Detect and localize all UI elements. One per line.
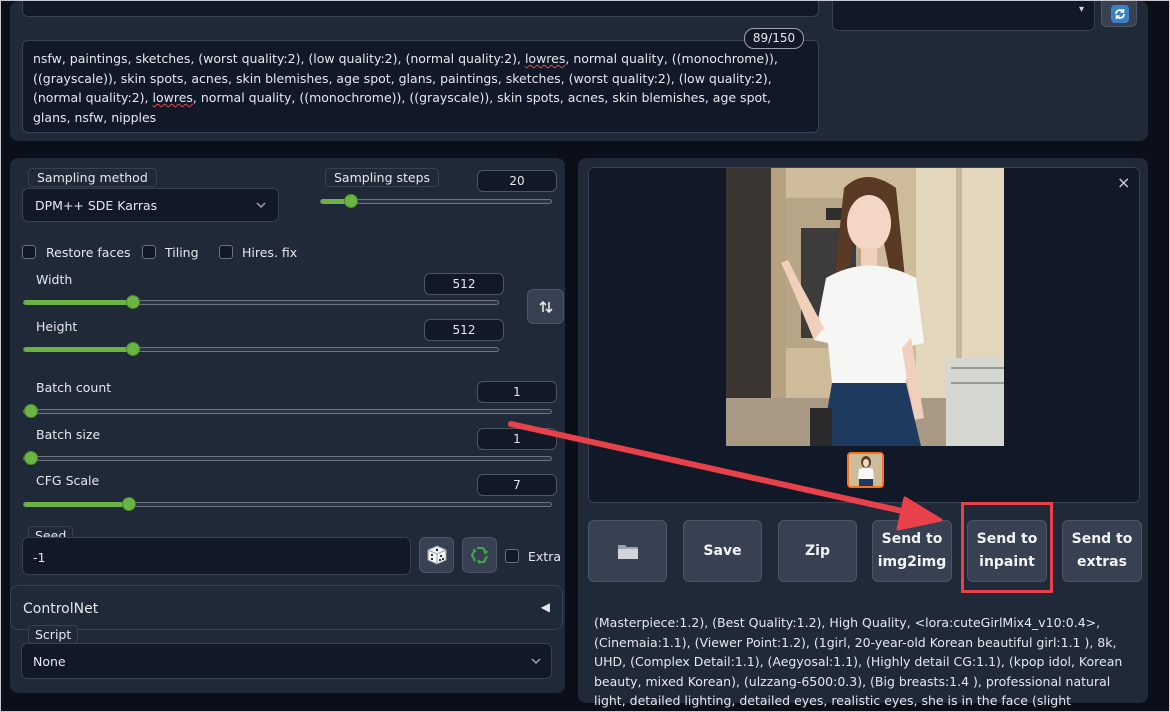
- button-line-1: Send to: [881, 531, 943, 547]
- sampling-method-select[interactable]: DPM++ SDE Karras: [22, 188, 279, 222]
- sampling-steps-label: Sampling steps: [325, 168, 440, 187]
- save-button[interactable]: Save: [683, 520, 762, 582]
- close-icon[interactable]: ×: [1117, 173, 1130, 192]
- width-slider[interactable]: [23, 295, 499, 309]
- controlnet-label: ControlNet: [23, 601, 99, 617]
- slider-thumb[interactable]: [126, 295, 140, 309]
- sampling-steps-input[interactable]: 20: [477, 170, 557, 192]
- button-line-2: extras: [1077, 554, 1127, 570]
- token-counter: 89/150: [744, 28, 804, 49]
- seed-input[interactable]: -1: [22, 537, 411, 575]
- slider-fill: [24, 300, 133, 305]
- batch-count-label: Batch count: [36, 380, 112, 395]
- generated-image[interactable]: [726, 168, 1004, 446]
- button-line-1: Send to: [1071, 531, 1133, 547]
- negative-prompt-textarea[interactable]: nsfw, paintings, sketches, (worst qualit…: [22, 40, 819, 133]
- folder-icon: [617, 545, 638, 559]
- positive-prompt-textarea[interactable]: [22, 1, 819, 17]
- chevron-down-icon: [531, 658, 541, 665]
- refresh-icon: [1111, 5, 1129, 23]
- chevron-down-icon: [256, 202, 266, 209]
- restore-faces-checkbox[interactable]: [22, 245, 36, 259]
- cfg-scale-slider[interactable]: [23, 497, 552, 511]
- highlight-box: [961, 502, 1053, 593]
- slider-thumb[interactable]: [24, 404, 38, 418]
- seed-value: -1: [33, 550, 46, 565]
- extra-seed-checkbox[interactable]: [505, 549, 519, 563]
- hires-fix-label: Hires. fix: [242, 245, 298, 260]
- tiling-label: Tiling: [165, 245, 199, 260]
- width-input[interactable]: 512: [424, 273, 504, 295]
- height-label: Height: [36, 319, 78, 334]
- slider-thumb[interactable]: [24, 451, 38, 465]
- slider-fill: [24, 502, 129, 507]
- webui-window: ▾ nsfw, paintings, sketches, (worst qual…: [0, 0, 1170, 712]
- hires-fix-checkbox[interactable]: [219, 245, 233, 259]
- batch-size-label: Batch size: [36, 427, 101, 442]
- slider-fill: [24, 347, 133, 352]
- batch-count-input[interactable]: 1: [477, 381, 557, 403]
- send-to-extras-button[interactable]: Send to extras: [1062, 520, 1142, 582]
- height-slider[interactable]: [23, 342, 499, 356]
- refresh-styles-button[interactable]: [1101, 1, 1137, 27]
- cfg-scale-label: CFG Scale: [36, 473, 100, 488]
- batch-size-slider[interactable]: [23, 451, 552, 465]
- thumbnail-graphic: [849, 454, 882, 486]
- script-value: None: [33, 654, 66, 669]
- random-seed-button[interactable]: [419, 537, 454, 573]
- reuse-seed-button[interactable]: [462, 537, 497, 573]
- gallery-thumbnail[interactable]: [847, 452, 884, 488]
- width-label: Width: [36, 272, 73, 287]
- controlnet-accordion[interactable]: ControlNet ◀: [10, 585, 563, 630]
- slider-thumb[interactable]: [126, 342, 140, 356]
- restore-faces-label: Restore faces: [46, 245, 131, 260]
- send-to-img2img-button[interactable]: Send to img2img: [872, 520, 952, 582]
- script-label: Script: [28, 625, 79, 644]
- generated-image-graphic: [726, 168, 1004, 446]
- slider-thumb[interactable]: [122, 497, 136, 511]
- height-input[interactable]: 512: [424, 319, 504, 341]
- tiling-checkbox[interactable]: [142, 245, 156, 259]
- chevron-down-icon: ▾: [1078, 4, 1084, 15]
- styles-dropdown[interactable]: ▾: [832, 1, 1095, 31]
- dice-icon: [427, 545, 447, 565]
- batch-count-slider[interactable]: [23, 404, 552, 418]
- recycle-icon: [470, 546, 488, 564]
- open-folder-button[interactable]: [588, 520, 667, 582]
- cfg-scale-input[interactable]: 7: [477, 474, 557, 496]
- generation-info-text: (Masterpiece:1.2), (Best Quality:1.2), H…: [594, 615, 1123, 708]
- swap-dimensions-button[interactable]: [527, 289, 564, 324]
- negative-prompt-text: nsfw, paintings, sketches, (worst qualit…: [33, 51, 778, 125]
- slider-thumb[interactable]: [344, 194, 358, 208]
- button-line-2: img2img: [877, 554, 947, 570]
- extra-seed-label: Extra: [528, 549, 561, 564]
- collapse-arrow-icon: ◀: [540, 600, 550, 614]
- script-select[interactable]: None: [21, 643, 552, 679]
- sampling-method-value: DPM++ SDE Karras: [35, 198, 158, 213]
- batch-size-input[interactable]: 1: [477, 428, 557, 450]
- zip-button[interactable]: Zip: [778, 520, 857, 582]
- sampling-steps-slider[interactable]: [320, 194, 552, 208]
- sampling-method-label: Sampling method: [28, 168, 157, 187]
- swap-arrows-icon: [539, 300, 553, 314]
